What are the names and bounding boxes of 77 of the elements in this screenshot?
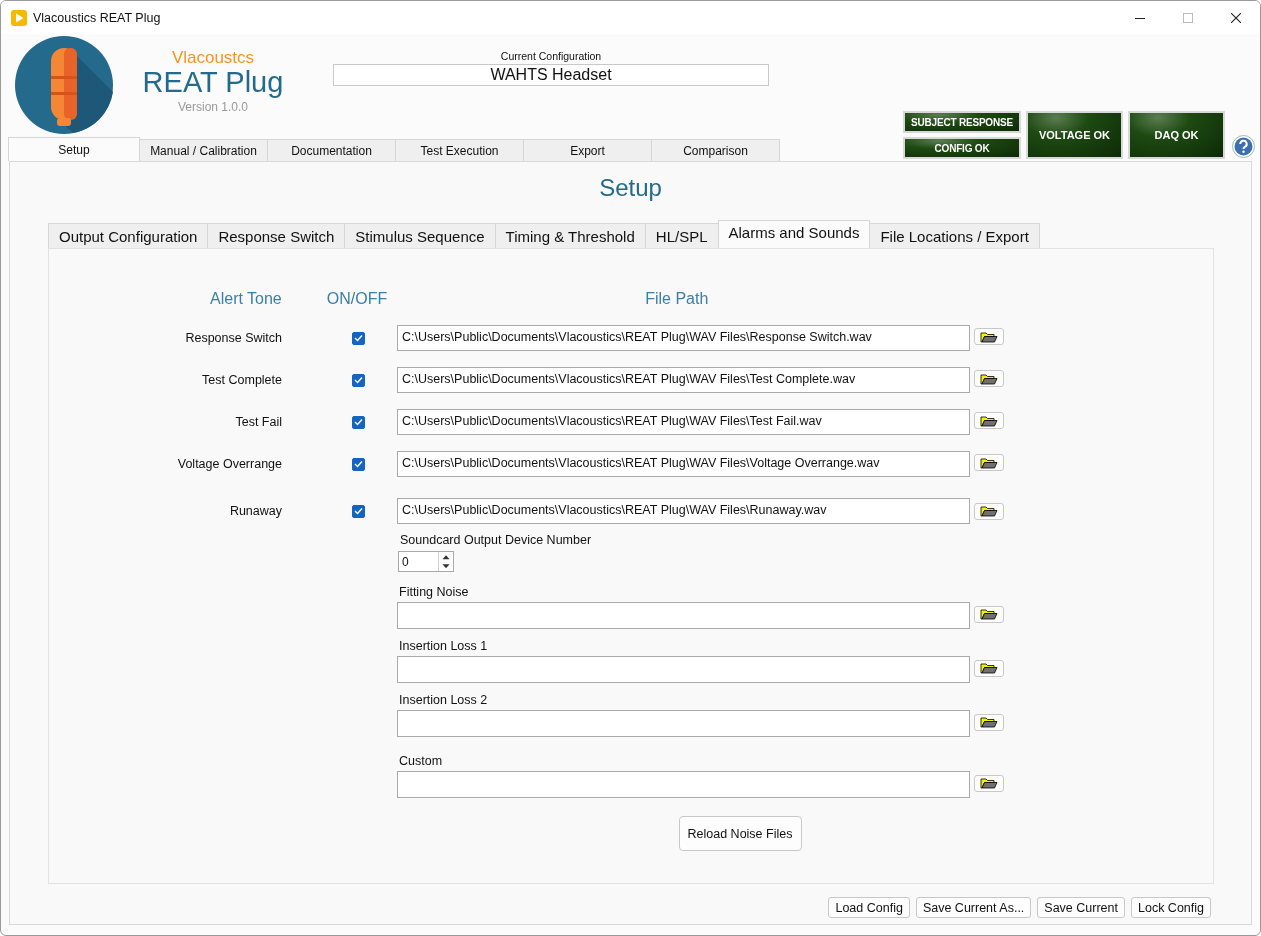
brand-name: Vlacoustcs bbox=[171, 48, 255, 68]
folder-button[interactable] bbox=[974, 412, 1004, 429]
folder-icon bbox=[979, 413, 999, 428]
file-path-field[interactable]: C:\Users\Public\Documents\Vlacoustics\REAT Plug\WAV Files\Runaway.wav bbox=[397, 498, 970, 524]
checkbox[interactable] bbox=[352, 457, 365, 471]
product-name: REAT Plug bbox=[142, 66, 284, 99]
tab[interactable]: Documentation bbox=[267, 139, 396, 161]
folder-button[interactable] bbox=[974, 713, 1004, 731]
folder-button[interactable] bbox=[974, 328, 1004, 345]
folder-button[interactable] bbox=[974, 605, 1004, 623]
column-header: ON/OFF bbox=[326, 290, 388, 309]
folder-button[interactable] bbox=[974, 659, 1004, 677]
tab[interactable]: Comparison bbox=[651, 139, 780, 161]
status-indicator: CONFIG OK bbox=[903, 137, 1021, 159]
tab[interactable]: File Locations / Export bbox=[869, 223, 1040, 248]
file-path-field[interactable] bbox=[397, 710, 970, 737]
tab[interactable]: Setup bbox=[8, 137, 140, 161]
footer-button[interactable]: Save Current As... bbox=[915, 897, 1032, 918]
field-label: Fitting Noise bbox=[399, 585, 470, 599]
tab[interactable]: Stimulus Sequence bbox=[344, 223, 496, 248]
alert-label: Voltage Overrange bbox=[177, 457, 282, 471]
tab[interactable]: Timing & Threshold bbox=[494, 223, 646, 248]
folder-icon bbox=[979, 329, 999, 344]
number-spinner[interactable]: 0 bbox=[398, 551, 454, 572]
config-field: WAHTS Headset bbox=[333, 64, 769, 86]
checkbox[interactable] bbox=[352, 415, 365, 429]
status-indicator: VOLTAGE OK bbox=[1026, 111, 1123, 159]
tab[interactable]: Test Execution bbox=[395, 139, 524, 161]
column-header: Alert Tone bbox=[210, 290, 282, 309]
field-label: Current Configuration bbox=[500, 50, 602, 62]
file-path-field[interactable] bbox=[397, 602, 970, 629]
tab[interactable]: HL/SPL bbox=[644, 223, 719, 248]
folder-icon bbox=[979, 504, 999, 518]
tab[interactable]: Manual / Calibration bbox=[139, 139, 268, 161]
file-path-field[interactable] bbox=[397, 656, 970, 683]
file-path-field[interactable]: C:\Users\Public\Documents\Vlacoustics\REAT Plug\WAV Files\Response Switch.wav bbox=[397, 325, 970, 351]
folder-icon bbox=[979, 776, 999, 790]
file-path-field[interactable] bbox=[397, 771, 970, 798]
file-path-field[interactable]: C:\Users\Public\Documents\Vlacoustics\REAT Plug\WAV Files\Test Fail.wav bbox=[397, 409, 970, 435]
checkbox[interactable] bbox=[352, 331, 365, 345]
field-label: Custom bbox=[399, 754, 444, 768]
tab[interactable]: Output Configuration bbox=[48, 223, 209, 248]
tab[interactable]: Response Switch bbox=[207, 223, 346, 248]
close-icon[interactable] bbox=[1231, 12, 1241, 23]
app-icon bbox=[11, 9, 27, 26]
folder-icon bbox=[979, 455, 999, 470]
checkbox[interactable] bbox=[352, 373, 365, 387]
help-icon[interactable] bbox=[1232, 135, 1255, 158]
folder-button[interactable] bbox=[974, 370, 1004, 387]
field-label: Soundcard Output Device Number bbox=[400, 533, 593, 547]
alert-label: Runaway bbox=[229, 504, 282, 518]
file-path-field[interactable]: C:\Users\Public\Documents\Vlacoustics\REAT Plug\WAV Files\Test Complete.wav bbox=[397, 367, 970, 393]
folder-button[interactable] bbox=[974, 774, 1004, 792]
version-label: Version 1.0.0 bbox=[177, 100, 249, 114]
tab[interactable]: Export bbox=[523, 139, 652, 161]
column-header: File Path bbox=[645, 290, 709, 309]
footer-button[interactable]: Load Config bbox=[828, 897, 910, 918]
field-label: Insertion Loss 2 bbox=[399, 693, 489, 707]
field-label: Insertion Loss 1 bbox=[399, 639, 489, 653]
folder-icon bbox=[979, 371, 999, 386]
footer-button[interactable]: Lock Config bbox=[1131, 897, 1211, 918]
folder-icon bbox=[979, 607, 999, 621]
footer-button[interactable]: Save Current bbox=[1037, 897, 1125, 918]
folder-icon bbox=[979, 715, 999, 729]
folder-button[interactable] bbox=[974, 502, 1004, 520]
alert-label: Test Complete bbox=[202, 373, 282, 387]
file-path-field[interactable]: C:\Users\Public\Documents\Vlacoustics\REAT Plug\WAV Files\Voltage Overrange.wav bbox=[397, 451, 970, 477]
checkbox[interactable] bbox=[352, 504, 365, 518]
status-indicator: SUBJECT RESPONSE bbox=[903, 111, 1021, 133]
status-indicator: DAQ OK bbox=[1128, 111, 1225, 159]
folder-button[interactable] bbox=[974, 454, 1004, 471]
alert-label: Response Switch bbox=[185, 331, 282, 345]
reload-button[interactable]: Reload Noise Files bbox=[678, 816, 802, 851]
window-title: Vlacoustics REAT Plug bbox=[33, 10, 161, 25]
folder-icon bbox=[979, 661, 999, 675]
page-title: Setup bbox=[599, 174, 662, 203]
alert-label: Test Fail bbox=[235, 415, 282, 429]
